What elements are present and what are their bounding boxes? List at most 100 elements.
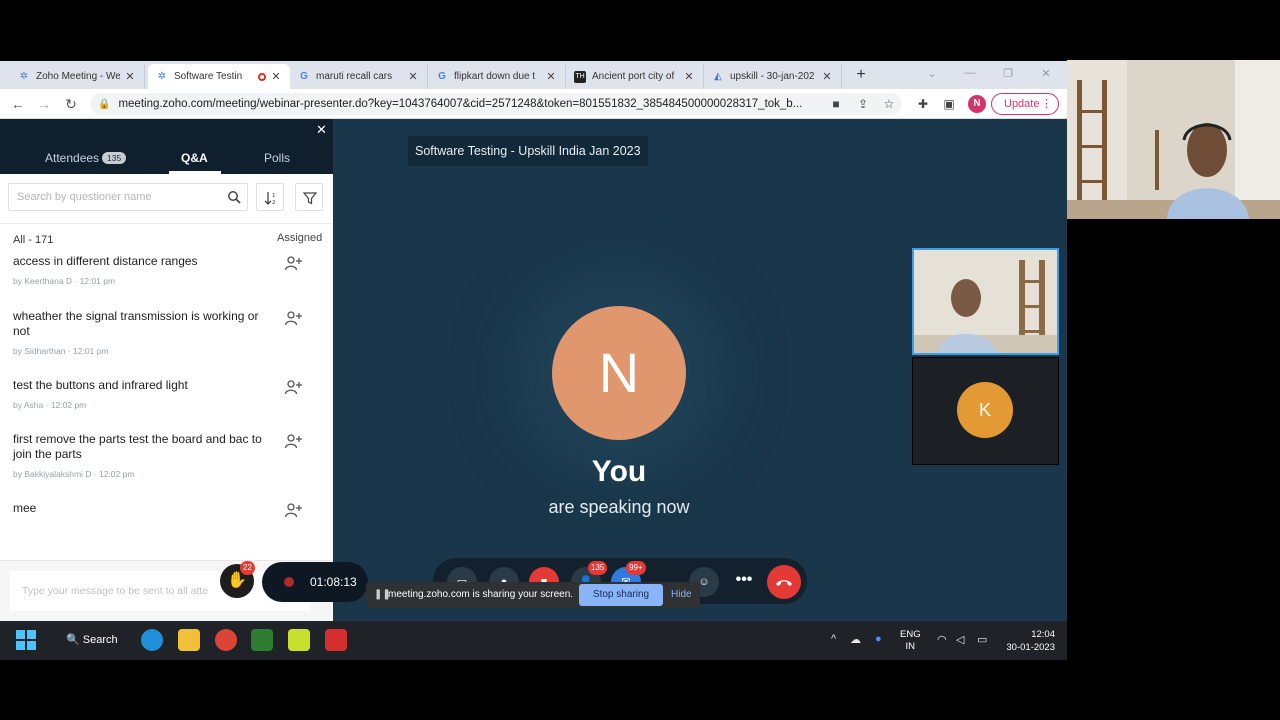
tab-qa[interactable]: Q&A xyxy=(181,151,208,165)
mic-icon[interactable]: ● xyxy=(875,633,882,645)
taskbar-search[interactable]: 🔍 Search xyxy=(58,629,118,651)
question-count: All - 171 xyxy=(13,234,54,246)
assign-user-icon[interactable] xyxy=(284,433,302,449)
minimize-icon[interactable]: — xyxy=(960,67,980,79)
participant-video-icon xyxy=(914,250,1057,353)
tab-search-icon[interactable]: ⌄ xyxy=(922,67,942,80)
svg-text:2: 2 xyxy=(272,200,276,205)
restore-icon[interactable]: ❐ xyxy=(998,67,1018,80)
forward-icon[interactable]: → xyxy=(35,95,53,113)
back-icon[interactable]: ← xyxy=(9,95,27,113)
attendee-count-badge: 135 xyxy=(102,152,127,164)
wifi-icon[interactable]: ◠ xyxy=(937,633,947,646)
close-icon[interactable]: ✕ xyxy=(407,70,419,83)
speaking-status: are speaking now xyxy=(548,497,690,517)
meeting-stage: Software Testing - Upskill India Jan 202… xyxy=(333,119,1067,621)
end-call-button[interactable] xyxy=(767,565,801,599)
stop-sharing-button[interactable]: Stop sharing xyxy=(579,584,663,606)
assign-user-icon[interactable] xyxy=(284,310,302,326)
windows-start-icon[interactable] xyxy=(15,629,37,651)
chrome-icon[interactable] xyxy=(215,629,237,651)
chat-count-badge: 99+ xyxy=(626,561,646,575)
filter-button[interactable] xyxy=(295,183,323,211)
new-tab-button[interactable]: + xyxy=(852,66,870,84)
hide-button[interactable]: Hide xyxy=(671,589,692,600)
assigned-filter[interactable]: Assigned xyxy=(277,232,322,244)
search-input[interactable] xyxy=(9,184,209,210)
windows-taskbar: 🔍 Search ^ ☁ ● ENG IN ◠ ◁ ▭ 12:04 30-01-… xyxy=(0,621,1067,660)
star-icon[interactable]: ☆ xyxy=(881,96,897,112)
participant-video-tile[interactable] xyxy=(912,248,1059,355)
close-icon[interactable]: ✕ xyxy=(124,70,136,83)
tab-polls[interactable]: Polls xyxy=(264,151,290,165)
session-title: Software Testing - Upskill India Jan 202… xyxy=(408,136,648,166)
spreadsheet-icon[interactable] xyxy=(251,629,273,651)
tab-upskill[interactable]: ◭ upskill - 30-jan-202 ✕ xyxy=(704,64,842,89)
screen-share-notice: ❚❚ meeting.zoho.com is sharing your scre… xyxy=(366,582,700,608)
file-explorer-icon[interactable] xyxy=(178,629,200,651)
screen: ✲ Zoho Meeting - We ✕ ✲ Software Testin … xyxy=(0,0,1280,720)
volume-icon[interactable]: ◁ xyxy=(956,633,964,646)
panel-header: ✕ Attendees 135 Q&A Polls xyxy=(0,119,333,174)
close-window-icon[interactable]: ✕ xyxy=(1036,67,1056,80)
zoho-icon: ✲ xyxy=(19,70,29,82)
assign-user-icon[interactable] xyxy=(284,255,302,271)
you-label: You xyxy=(591,455,647,488)
google-icon: G xyxy=(300,70,308,82)
address-bar[interactable]: 🔒 meeting.zoho.com/meeting/webinar-prese… xyxy=(90,93,902,115)
hangup-icon xyxy=(776,580,792,586)
lock-icon: 🔒 xyxy=(98,98,111,110)
reload-icon[interactable]: ↻ xyxy=(62,95,80,113)
chart-icon: ◭ xyxy=(714,70,722,82)
search-row: 12 xyxy=(0,174,333,224)
assign-user-icon[interactable] xyxy=(284,379,302,395)
google-icon: G xyxy=(438,70,446,82)
chevron-up-icon[interactable]: ^ xyxy=(831,633,836,645)
tab-maruti[interactable]: G maruti recall cars ✕ xyxy=(290,64,428,89)
tab-ancient-port[interactable]: TH Ancient port city of ✕ xyxy=(566,64,704,89)
more-vert-icon: ⋮ xyxy=(1041,98,1052,110)
browser-toolbar: ← → ↻ 🔒 meeting.zoho.com/meeting/webinar… xyxy=(0,89,1067,119)
assign-user-icon[interactable] xyxy=(284,502,302,518)
presenter-avatar: N xyxy=(552,306,686,440)
zoho-icon: ✲ xyxy=(157,70,167,82)
more-options-icon[interactable]: ••• xyxy=(730,568,758,596)
recording-icon xyxy=(258,72,266,81)
extensions-icon[interactable]: ✚ xyxy=(915,96,931,112)
close-icon[interactable]: ✕ xyxy=(316,122,327,138)
attendee-count-badge: 135 xyxy=(588,561,608,575)
close-icon[interactable]: ✕ xyxy=(821,70,833,83)
cloud-icon[interactable]: ☁ xyxy=(850,633,861,646)
news-icon: TH xyxy=(574,70,586,83)
system-clock[interactable]: 12:04 30-01-2023 xyxy=(1003,628,1055,654)
close-icon[interactable]: ✕ xyxy=(545,70,557,83)
browser-window: ✲ Zoho Meeting - We ✕ ✲ Software Testin … xyxy=(0,61,1067,621)
close-icon[interactable]: ✕ xyxy=(683,70,695,83)
share-icon[interactable]: ⇪ xyxy=(855,96,871,112)
qa-panel: ✕ Attendees135 Q&A Polls 12 xyxy=(0,119,333,621)
side-panel-icon[interactable]: ▣ xyxy=(941,96,957,112)
webcam-preview xyxy=(1067,60,1280,219)
camera-icon[interactable]: ■ xyxy=(828,96,844,112)
battery-icon[interactable]: ▭ xyxy=(977,633,987,646)
svg-text:1: 1 xyxy=(272,193,276,199)
tab-attendees[interactable]: Attendees 135 xyxy=(45,151,127,165)
participant-tile-k[interactable]: K xyxy=(912,357,1059,465)
tab-flipkart[interactable]: G flipkart down due t ✕ xyxy=(428,64,566,89)
close-icon[interactable]: ✕ xyxy=(270,70,282,83)
pdf-reader-icon[interactable] xyxy=(325,629,347,651)
webcam-person-icon xyxy=(1067,60,1280,219)
language-indicator[interactable]: ENG IN xyxy=(900,629,921,653)
tab-software-testing[interactable]: ✲ Software Testin ✕ xyxy=(148,64,290,89)
profile-avatar[interactable]: N xyxy=(968,95,986,113)
record-icon xyxy=(284,577,294,587)
count-row: All - 171 Assigned xyxy=(0,224,333,254)
search-icon[interactable] xyxy=(227,190,241,204)
recording-timer[interactable]: 01:08:13 xyxy=(262,562,368,602)
update-button[interactable]: Update ⋮ xyxy=(991,93,1059,115)
edge-icon[interactable] xyxy=(141,629,163,651)
app-icon[interactable] xyxy=(288,629,310,651)
sort-button[interactable]: 12 xyxy=(256,183,284,211)
participant-avatar: K xyxy=(957,382,1013,438)
tab-zoho-meeting[interactable]: ✲ Zoho Meeting - We ✕ xyxy=(10,64,145,89)
